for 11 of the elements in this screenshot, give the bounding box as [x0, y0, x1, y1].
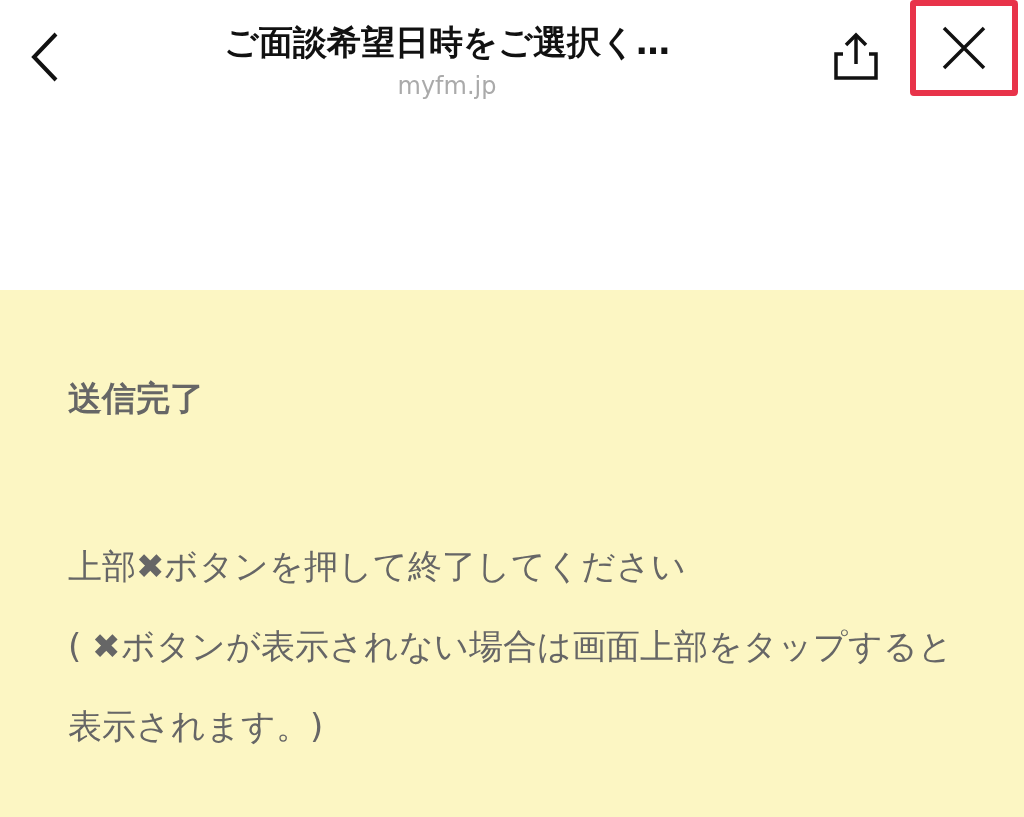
share-button[interactable] [834, 32, 878, 80]
message-heading: 送信完了 [68, 377, 204, 420]
message-text: ( ✖ボタンが表示されない場合は画面上部をタップすると表示されます。) [68, 625, 954, 748]
back-icon [30, 30, 60, 84]
page-title: ご面談希望日時をご選択く… [224, 21, 670, 64]
back-button[interactable] [30, 30, 60, 84]
close-button[interactable] [910, 0, 1018, 96]
message-text: 上部✖ボタンを押して終了してください [68, 545, 688, 588]
page-url: myfm.jp [397, 72, 497, 100]
close-icon [941, 25, 987, 71]
share-icon [834, 32, 878, 80]
